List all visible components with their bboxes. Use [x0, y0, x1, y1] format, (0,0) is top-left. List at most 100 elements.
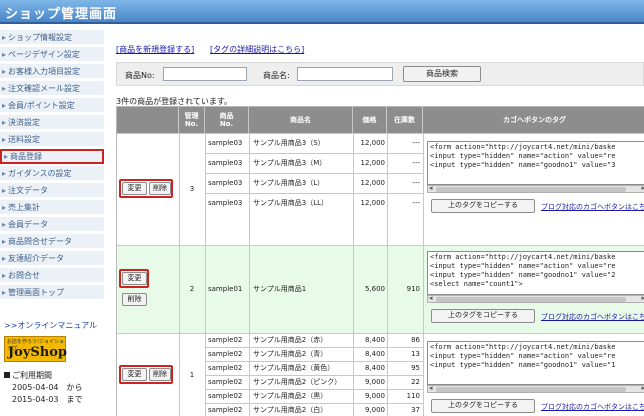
horizontal-scrollbar[interactable]: ◂ ▸: [427, 384, 644, 393]
product-no-cell: sample01: [208, 285, 243, 293]
chevron-right-icon: ▸: [4, 152, 9, 161]
row-divider: [205, 173, 423, 174]
chevron-right-icon: ▸: [2, 33, 7, 42]
price-cell: 5,600: [364, 285, 385, 293]
sidebar-item[interactable]: ▸ 注文データ: [0, 183, 104, 198]
horizontal-scrollbar[interactable]: ◂ ▸: [427, 294, 644, 303]
scroll-left-icon[interactable]: ◂: [429, 294, 433, 302]
cart-tag-textarea[interactable]: <form action="http://joycart4.net/mini/b…: [427, 341, 644, 385]
product-no-cell: sample02: [208, 336, 243, 344]
sidebar-item-label: ショップ情報設定: [8, 33, 73, 42]
stock-cell: 95: [411, 364, 420, 372]
sidebar-item[interactable]: ▸ 管理画面トップ: [0, 285, 104, 300]
edit-button[interactable]: 変更: [122, 182, 147, 195]
product-name-label: 商品名:: [263, 71, 290, 80]
chevron-right-icon: ▸: [2, 203, 7, 212]
blog-cart-button-link[interactable]: ブログ対応のカゴへボタンはこちら: [541, 202, 644, 212]
copy-tag-button[interactable]: 上のタグをコピーする: [431, 399, 535, 413]
sidebar-item[interactable]: ▸ 会員データ: [0, 217, 104, 232]
scroll-left-icon[interactable]: ◂: [429, 184, 433, 192]
cart-tag-textarea[interactable]: <form action="http://joycart4.net/mini/b…: [427, 141, 644, 185]
copy-tag-button[interactable]: 上のタグをコピーする: [431, 309, 535, 323]
title-bar: ショップ管理画面: [0, 0, 644, 24]
sidebar-item[interactable]: ▸ ページデザイン設定: [0, 47, 104, 62]
chevron-right-icon: ▸: [2, 271, 7, 280]
chevron-right-icon: ▸: [2, 169, 7, 178]
sidebar-item[interactable]: ▸ 会員/ポイント設定: [0, 98, 104, 113]
mgmt-no: 1: [189, 371, 195, 379]
chevron-right-icon: ▸: [2, 288, 7, 297]
price-cell: 12,000: [360, 179, 386, 187]
product-name-cell: サンプル用商品2（黒）: [253, 392, 328, 400]
product-search-button[interactable]: 商品検索: [403, 66, 481, 82]
scrollbar-thumb[interactable]: [436, 297, 626, 302]
sidebar-item[interactable]: ▸ お問合せ: [0, 268, 104, 283]
stock-cell: ---: [412, 199, 420, 207]
search-panel: 商品No: 商品名: 商品検索: [116, 62, 644, 86]
sidebar-item[interactable]: ▸ 売上集計: [0, 200, 104, 215]
stock-cell: 110: [406, 392, 420, 400]
price-cell: 12,000: [360, 159, 386, 167]
usage-period-to: 2015-04-03 まで: [12, 395, 83, 404]
product-name-cell: サンプル用商品2（赤）: [253, 336, 328, 344]
product-name-cell: サンプル用商品3（LL）: [253, 199, 329, 207]
edit-button[interactable]: 変更: [122, 368, 147, 381]
header-mgmt-no: 管理 No.: [179, 107, 205, 133]
delete-button[interactable]: 削除: [149, 368, 171, 381]
scrollbar-thumb[interactable]: [436, 387, 626, 392]
scroll-left-icon[interactable]: ◂: [429, 384, 433, 392]
sidebar-item-label: 注文確認メール設定: [8, 84, 81, 93]
sidebar-item-label: 送料設定: [8, 135, 41, 144]
bullet-square-icon: [4, 372, 10, 378]
column-divider: [423, 245, 424, 333]
column-divider: [205, 133, 206, 245]
chevron-right-icon: ▸: [2, 101, 7, 110]
cart-tag-textarea[interactable]: <form action="http://joycart4.net/mini/b…: [427, 251, 644, 295]
scrollbar-thumb[interactable]: [436, 187, 626, 192]
sidebar-item[interactable]: ▸ 友達紹介データ: [0, 251, 104, 266]
product-no-input[interactable]: [163, 67, 247, 81]
sidebar-item[interactable]: ▸ ガイダンスの設定: [0, 166, 104, 181]
sidebar-item[interactable]: ▸ ショップ情報設定: [0, 30, 104, 45]
sidebar-item[interactable]: ▸ 商品登録: [0, 149, 104, 164]
edit-button[interactable]: 変更: [122, 272, 147, 285]
usage-period-from: 2005-04-04 から: [12, 383, 83, 392]
sidebar-item[interactable]: ▸ 送料設定: [0, 132, 104, 147]
online-manual-link[interactable]: >>オンラインマニュアル: [4, 320, 97, 331]
copy-tag-button[interactable]: 上のタグをコピーする: [431, 199, 535, 213]
product-no-cell: sample03: [208, 159, 243, 167]
stock-cell: ---: [412, 159, 420, 167]
sidebar-item-label: ガイダンスの設定: [8, 169, 72, 178]
product-no-cell: sample03: [208, 139, 243, 147]
chevron-right-icon: ▸: [2, 67, 7, 76]
sidebar-item[interactable]: ▸ 商品問合せデータ: [0, 234, 104, 249]
header-stock: 在庫数: [387, 107, 423, 133]
product-name-input[interactable]: [297, 67, 393, 81]
sidebar-item[interactable]: ▸ 決済設定: [0, 115, 104, 130]
sidebar-item-label: 決済設定: [8, 118, 41, 127]
product-no-cell: sample03: [208, 179, 243, 187]
price-cell: 8,400: [364, 364, 385, 372]
logo-brand: JoyShop: [8, 345, 67, 360]
stock-cell: 13: [411, 350, 420, 358]
stock-cell: 37: [411, 406, 420, 414]
stock-cell: 22: [411, 378, 420, 386]
sidebar-item-label: 管理画面トップ: [8, 288, 65, 297]
product-no-cell: sample02: [208, 406, 243, 414]
product-no-cell: sample02: [208, 364, 243, 372]
product-name-cell: サンプル用商品2（ピンク）: [253, 378, 342, 386]
sidebar-item[interactable]: ▸ お客様入力項目設定: [0, 64, 104, 79]
delete-button[interactable]: 削除: [149, 182, 171, 195]
new-product-link[interactable]: [商品を新規登録する]: [116, 44, 194, 55]
delete-button[interactable]: 削除: [122, 293, 147, 306]
column-divider: [249, 133, 250, 245]
blog-cart-button-link[interactable]: ブログ対応のカゴへボタンはこちら: [541, 402, 644, 412]
blog-cart-button-link[interactable]: ブログ対応のカゴへボタンはこちら: [541, 312, 644, 322]
tag-detail-link[interactable]: [タグの詳細説明はこちら]: [210, 44, 304, 55]
row-divider: [205, 153, 423, 154]
column-divider: [423, 333, 424, 416]
joyshop-logo[interactable]: お店を作ろう!ジョイショップ JoyShop: [4, 336, 67, 362]
horizontal-scrollbar[interactable]: ◂ ▸: [427, 184, 644, 193]
header-product-name: 商品名: [249, 107, 353, 133]
sidebar-item[interactable]: ▸ 注文確認メール設定: [0, 81, 104, 96]
